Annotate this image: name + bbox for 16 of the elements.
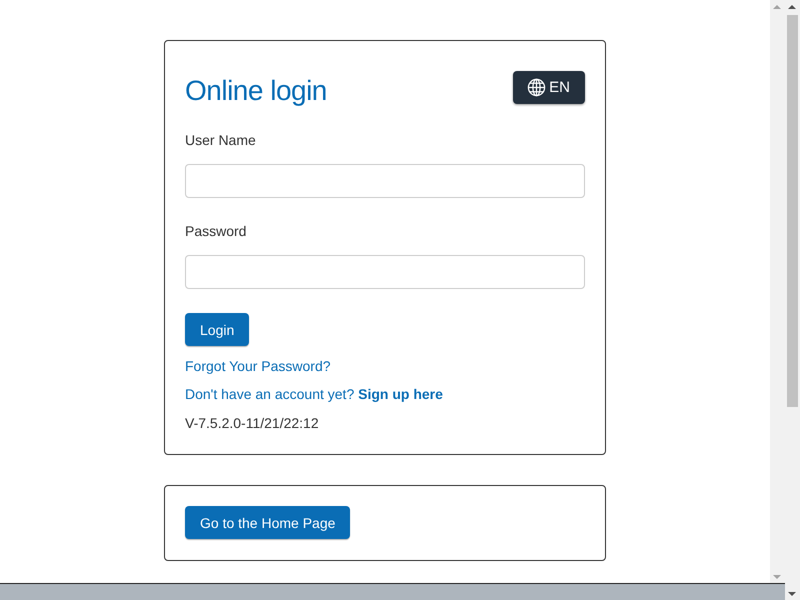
signup-link[interactable]: Sign up here (358, 386, 443, 402)
field-label: User Name (185, 132, 257, 148)
home-page-button[interactable]: Go to the Home Page (185, 506, 350, 539)
globe-icon (527, 78, 546, 97)
username-field[interactable] (185, 164, 585, 198)
field-label: Password (185, 223, 248, 239)
version-text: V-7.5.2.0-11/21/22:12 (185, 415, 320, 431)
signup-prompt: Don't have an account yet? (185, 386, 354, 402)
login-title: Online login (185, 75, 327, 107)
forgot-password-link[interactable]: Forgot Your Password? (185, 358, 331, 374)
page-scrollbar[interactable] (785, 0, 800, 583)
scroll-down-icon[interactable] (788, 592, 796, 596)
password-field[interactable] (185, 255, 585, 289)
scroll-thumb[interactable] (787, 15, 798, 407)
login-button[interactable]: Login (185, 313, 250, 346)
language-button[interactable]: EN (513, 71, 585, 104)
